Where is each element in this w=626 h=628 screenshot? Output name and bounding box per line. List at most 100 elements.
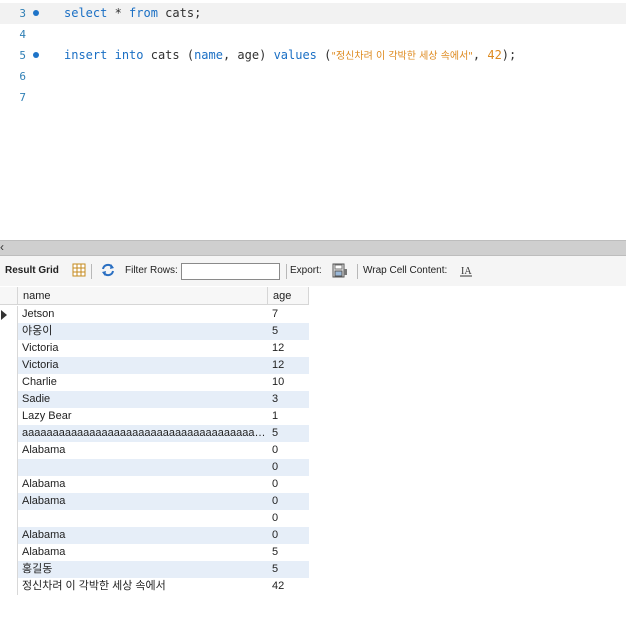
line-number: 7 xyxy=(19,91,26,104)
cell-name[interactable]: 홍길동 xyxy=(18,561,268,578)
table-row[interactable]: Sadie 3 xyxy=(0,391,309,408)
cell-name[interactable]: Victoria xyxy=(18,340,268,357)
cell-name[interactable]: Jetson xyxy=(18,306,268,323)
cell-age[interactable]: 0 xyxy=(268,510,309,527)
cell-name[interactable]: Alabama xyxy=(18,527,268,544)
code-line[interactable]: 6 xyxy=(0,66,626,87)
wrap-cell-icon[interactable]: IA xyxy=(460,256,472,286)
cell-age[interactable]: 42 xyxy=(268,578,309,595)
row-indicator[interactable] xyxy=(0,578,18,595)
table-row[interactable]: Jetson 7 xyxy=(0,306,309,323)
row-indicator[interactable] xyxy=(0,544,18,561)
row-indicator[interactable] xyxy=(0,340,18,357)
row-indicator[interactable] xyxy=(0,306,18,323)
row-indicator[interactable] xyxy=(0,425,18,442)
table-row[interactable]: Alabama 0 xyxy=(0,476,309,493)
code-line[interactable]: 7 xyxy=(0,87,626,108)
cell-name[interactable] xyxy=(18,510,268,527)
code-text[interactable]: insert into cats (name, age) values ("정신… xyxy=(64,45,516,67)
sql-editor[interactable]: 3 select * from cats; 4 5 insert into cats (… xyxy=(0,0,626,240)
table-row[interactable]: 0 xyxy=(0,459,309,476)
cell-name[interactable]: Charlie xyxy=(18,374,268,391)
code-token: , age) xyxy=(222,48,274,62)
cell-age[interactable]: 12 xyxy=(268,357,309,374)
cell-age[interactable]: 0 xyxy=(268,442,309,459)
row-indicator[interactable] xyxy=(0,476,18,493)
cell-age[interactable]: 5 xyxy=(268,425,309,442)
row-indicator[interactable] xyxy=(0,374,18,391)
code-token: select xyxy=(64,6,108,20)
code-line[interactable]: 3 select * from cats; xyxy=(0,3,626,24)
cell-age[interactable]: 5 xyxy=(268,561,309,578)
table-row[interactable]: Lazy Bear 1 xyxy=(0,408,309,425)
code-token: cats; xyxy=(157,6,202,20)
cell-name[interactable]: 야옹이 xyxy=(18,323,268,340)
row-indicator[interactable] xyxy=(0,459,18,476)
column-header-name[interactable]: name xyxy=(18,287,268,305)
code-token: insert xyxy=(64,48,108,62)
table-row[interactable]: Charlie 10 xyxy=(0,374,309,391)
table-row[interactable]: Victoria 12 xyxy=(0,357,309,374)
code-token: values xyxy=(273,48,317,62)
line-number: 5 xyxy=(19,49,26,62)
table-row[interactable]: Alabama 0 xyxy=(0,527,309,544)
cell-age[interactable]: 7 xyxy=(268,306,309,323)
cell-name[interactable]: 정신차려 이 각박한 세상 속에서 xyxy=(18,578,268,595)
cell-age[interactable]: 10 xyxy=(268,374,309,391)
table-row[interactable]: Alabama 0 xyxy=(0,493,309,510)
row-indicator[interactable] xyxy=(0,527,18,544)
line-number: 3 xyxy=(19,7,26,20)
cell-name[interactable]: Alabama xyxy=(18,476,268,493)
filter-rows-input[interactable] xyxy=(181,263,280,280)
row-indicator[interactable] xyxy=(0,323,18,340)
row-indicator[interactable] xyxy=(0,561,18,578)
panel-splitter[interactable]: ‹ xyxy=(0,240,626,256)
column-header-age[interactable]: age xyxy=(268,287,309,305)
row-indicator[interactable] xyxy=(0,442,18,459)
cell-age[interactable]: 0 xyxy=(268,476,309,493)
grid-view-icon[interactable] xyxy=(72,256,86,286)
table-row[interactable]: Victoria 12 xyxy=(0,340,309,357)
table-row[interactable]: 0 xyxy=(0,510,309,527)
cell-name[interactable]: Alabama xyxy=(18,442,268,459)
export-icon[interactable] xyxy=(332,256,348,286)
line-number: 6 xyxy=(19,70,26,83)
scroll-left-icon[interactable]: ‹ xyxy=(0,239,4,255)
svg-text:IA: IA xyxy=(461,266,472,277)
row-indicator[interactable] xyxy=(0,408,18,425)
code-token: into xyxy=(114,48,144,62)
code-line[interactable]: 5 insert into cats (name, age) values ("정… xyxy=(0,45,626,66)
cell-age[interactable]: 0 xyxy=(268,493,309,510)
grid-rows: Jetson 7 야옹이 5 Victoria 12 Victoria 12 Charlie 10… xyxy=(0,306,309,595)
cell-name[interactable]: Lazy Bear xyxy=(18,408,268,425)
table-row[interactable]: aaaaaaaaaaaaaaaaaaaaaaaaaaaaaaaaaaaaaaaa… xyxy=(0,425,309,442)
table-row[interactable]: 야옹이 5 xyxy=(0,323,309,340)
cell-name[interactable]: Sadie xyxy=(18,391,268,408)
cell-age[interactable]: 0 xyxy=(268,459,309,476)
code-text[interactable]: select * from cats; xyxy=(64,3,201,24)
cell-name[interactable]: Victoria xyxy=(18,357,268,374)
cell-name[interactable]: Alabama xyxy=(18,544,268,561)
row-indicator[interactable] xyxy=(0,357,18,374)
cell-age[interactable]: 3 xyxy=(268,391,309,408)
cell-age[interactable]: 5 xyxy=(268,544,309,561)
cell-age[interactable]: 1 xyxy=(268,408,309,425)
cell-age[interactable]: 0 xyxy=(268,527,309,544)
table-row[interactable]: 정신차려 이 각박한 세상 속에서 42 xyxy=(0,578,309,595)
row-indicator[interactable] xyxy=(0,510,18,527)
table-row[interactable]: 홍길동 5 xyxy=(0,561,309,578)
cell-name[interactable]: Alabama xyxy=(18,493,268,510)
cell-name[interactable]: aaaaaaaaaaaaaaaaaaaaaaaaaaaaaaaaaaaaaaaa… xyxy=(18,425,268,442)
table-row[interactable]: Alabama 5 xyxy=(0,544,309,561)
code-line[interactable]: 4 xyxy=(0,24,626,45)
code-token: from xyxy=(129,6,158,20)
result-grid-label: Result Grid xyxy=(5,265,59,276)
row-indicator[interactable] xyxy=(0,493,18,510)
cell-name[interactable] xyxy=(18,459,268,476)
row-indicator[interactable] xyxy=(0,391,18,408)
table-row[interactable]: Alabama 0 xyxy=(0,442,309,459)
cell-age[interactable]: 12 xyxy=(268,340,309,357)
cell-age[interactable]: 5 xyxy=(268,323,309,340)
refresh-icon[interactable] xyxy=(100,256,116,286)
code-token: "정신차려 이 각박한 세상 속에서" xyxy=(331,51,473,62)
